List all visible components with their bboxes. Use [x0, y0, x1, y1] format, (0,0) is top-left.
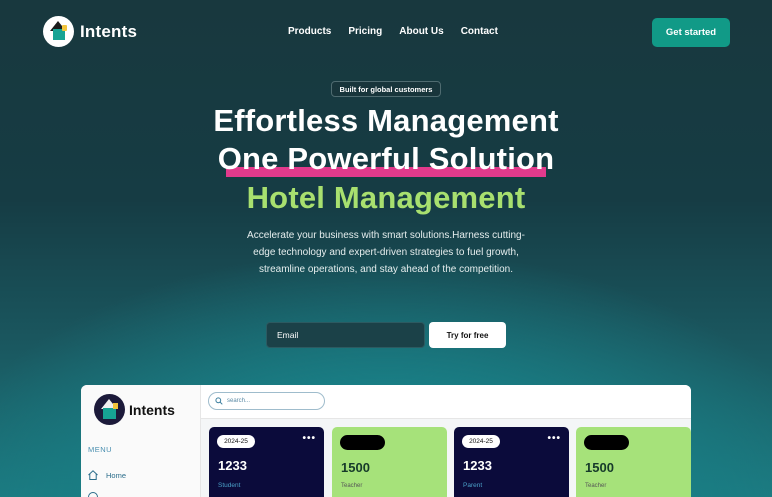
more-options-icon[interactable]: •••: [547, 433, 561, 444]
nav-link-about-us[interactable]: About Us: [399, 26, 443, 37]
dashboard-topbar: search...: [201, 385, 691, 419]
sidebar-item-label: Home: [106, 470, 127, 480]
hero-badge: Built for global customers: [331, 81, 441, 97]
dashboard-logo-icon: [94, 394, 125, 425]
dashboard-brand-name: Intents: [129, 401, 175, 418]
stat-card-teacher-2[interactable]: 1500 Teacher: [576, 427, 691, 497]
stat-label: Parent: [463, 482, 483, 489]
year-badge[interactable]: 2024-25: [462, 435, 500, 448]
get-started-button[interactable]: Get started: [652, 18, 730, 47]
headline-line-1: Effortless Management: [213, 103, 559, 138]
top-navigation: Intents Products Pricing About Us Contac…: [0, 0, 772, 64]
stat-value: 1233: [463, 458, 492, 473]
more-options-icon[interactable]: •••: [302, 433, 316, 444]
email-input[interactable]: [266, 322, 425, 348]
nav-menu: Products Pricing About Us Contact: [288, 26, 498, 37]
stat-card-parent[interactable]: 2024-25 ••• 1233 Parent: [454, 427, 569, 497]
dashboard-sidebar: Intents MENU Home: [81, 385, 201, 497]
dashboard-preview: Intents MENU Home search... 2024-25 ••• …: [81, 385, 691, 497]
headline-line-3: Hotel Management: [246, 180, 526, 215]
stat-card-teacher[interactable]: 1500 Teacher: [332, 427, 447, 497]
stat-card-student[interactable]: 2024-25 ••• 1233 Student: [209, 427, 324, 497]
nav-link-products[interactable]: Products: [288, 26, 331, 37]
sidebar-item-icon: [88, 492, 98, 497]
try-for-free-button[interactable]: Try for free: [429, 322, 506, 348]
stat-value: 1500: [341, 460, 370, 475]
nav-link-pricing[interactable]: Pricing: [348, 26, 382, 37]
sidebar-item-next[interactable]: [87, 491, 99, 497]
headline-line-2: One Powerful Solution: [217, 141, 555, 176]
stat-label: Teacher: [585, 483, 607, 489]
search-placeholder: search...: [227, 398, 251, 404]
brand-name: Intents: [80, 21, 138, 41]
sidebar-menu-label: MENU: [88, 445, 113, 454]
redacted-pill: [584, 435, 629, 450]
dashboard-search-input[interactable]: search...: [208, 392, 325, 410]
nav-link-contact[interactable]: Contact: [461, 26, 498, 37]
brand-logo[interactable]: Intents: [43, 16, 137, 47]
stat-label: Student: [218, 482, 241, 489]
year-badge[interactable]: 2024-25: [217, 435, 255, 448]
home-icon: [88, 470, 98, 480]
sidebar-item-home[interactable]: Home: [87, 469, 126, 481]
search-icon: [215, 397, 223, 405]
logo-icon: [43, 16, 74, 47]
dashboard-brand[interactable]: Intents: [94, 394, 175, 425]
hero-description: Accelerate your business with smart solu…: [247, 230, 525, 275]
stat-value: 1233: [218, 458, 247, 473]
stat-label: Teacher: [341, 483, 363, 489]
redacted-pill: [340, 435, 385, 450]
stat-value: 1500: [585, 460, 614, 475]
